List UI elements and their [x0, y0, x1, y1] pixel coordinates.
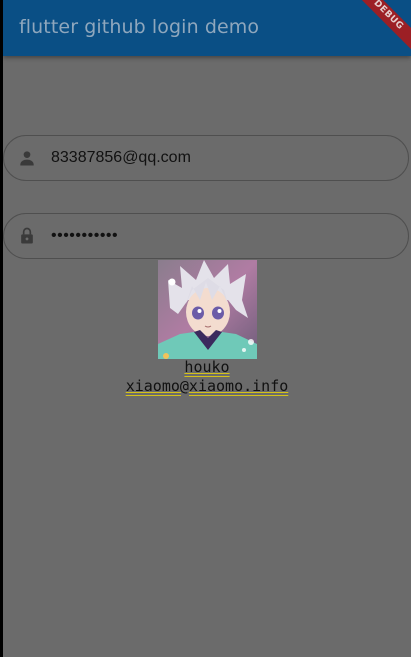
app-bar-title: flutter github login demo [19, 16, 260, 38]
profile-email: xiaomo@xiaomo.info [125, 377, 289, 395]
username-input[interactable] [51, 136, 381, 180]
lock-icon [17, 226, 37, 246]
app-bar: flutter github login demo [3, 0, 411, 56]
avatar [158, 260, 257, 359]
password-field[interactable] [3, 213, 409, 259]
username-field[interactable] [3, 135, 409, 181]
phone-screen: flutter github login demo DEBUG 83387856… [0, 0, 411, 657]
app-body: flutter github login demo DEBUG 83387856… [3, 0, 411, 657]
person-icon [17, 148, 37, 168]
password-input[interactable] [51, 214, 381, 258]
profile-name: houko [184, 358, 230, 376]
